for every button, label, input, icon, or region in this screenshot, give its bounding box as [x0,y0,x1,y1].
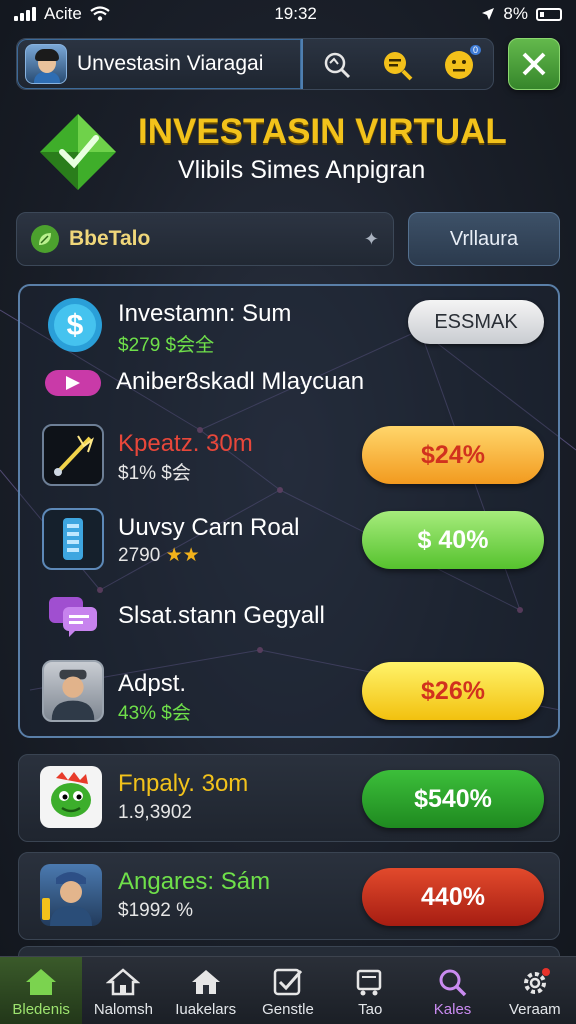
emoji-icon[interactable]: 0 [441,45,481,83]
house-outline-icon [106,968,141,996]
battery-icon [535,7,562,21]
notification-badge: 0 [469,45,481,55]
battery-device-icon [42,508,104,570]
worker-avatar-icon [40,864,102,926]
nav-label: Bledenis [12,1001,70,1018]
return-pill[interactable]: $24% [362,426,544,484]
hero-title: INVESTASIN VIRTUAL [138,112,507,151]
play-tag-icon [44,366,102,400]
return-pill[interactable]: 440% [362,868,544,926]
caret-icon: ✦ [363,229,379,249]
nav-item-tasks[interactable]: Genstle [247,957,329,1024]
bottom-nav: Bledenis Nalomsh Iuakelars Genstle Tao K… [0,956,576,1024]
magnifier-scan-icon[interactable] [319,47,355,83]
nav-item-home[interactable]: Bledenis [0,957,83,1024]
clock: 19:32 [274,4,317,23]
wifi-icon [90,6,110,21]
close-icon [522,52,546,76]
view-button[interactable]: Vrllaura [408,212,560,266]
section-heading: Anibеr8skadl Mlaycuan [116,368,365,395]
user-avatar-icon [42,660,104,722]
nav-label: Genstle [262,1001,314,1018]
signal-icon [14,7,36,21]
card-title: Fnpaly. 3om [118,770,249,797]
nav-label: Kales [433,1001,472,1018]
dollar-badge-icon: $ [44,294,106,356]
nav-item-home-outline[interactable]: Nalomsh [82,957,164,1024]
chat-bubble-icon [46,594,100,638]
diamond-check-logo [40,114,116,190]
gear-icon [523,968,550,994]
summary-title: Investamn: Sum [118,300,292,327]
item-sub: $1% $会 [118,463,191,484]
battery-percent: 8% [503,4,528,23]
avatar[interactable] [25,44,67,84]
return-pill[interactable]: $540% [362,770,544,828]
checkbox-icon [273,968,303,996]
search-list-icon[interactable] [379,47,415,83]
nav-label: Veraam [508,1001,561,1018]
item-title: Kpeatz. 30m [118,430,253,457]
card-title: Angares: Sám [118,868,271,895]
hero-subtitle: Vlibils Simes Anpigran [178,156,426,184]
svg-text:$: $ [67,309,84,342]
header-title: Unvestasin Viaragai [77,52,264,75]
carrier-name: Acite [44,4,82,23]
return-pill[interactable]: $26% [362,662,544,720]
close-button[interactable] [508,38,560,90]
chat-heading: Slsat.stann Gegyall [118,602,325,629]
profile-area[interactable]: Unvestasin Viaragai [17,39,303,89]
app-header: Unvestasin Viaragai 0 [16,38,494,90]
nav-item-search[interactable]: Kales [411,957,493,1024]
dragon-mascot-icon [40,766,102,828]
house-icon [191,970,220,994]
leaf-icon [31,225,59,253]
filter-dropdown[interactable]: BbeTalo ✦ [16,212,394,266]
return-pill[interactable]: $ 40% [362,511,544,569]
cart-icon [357,969,382,996]
star-icon: ★★ [165,545,200,566]
status-bar: Acite 19:32 8% [0,0,576,28]
item-title: Uuvsy Carn Roal [118,514,300,541]
card-sub: 1.9,3902 [118,802,192,823]
home-icon [26,969,57,995]
item-sub: 43% $会 [118,703,191,724]
item-sub: 2790 ★★ [118,545,200,566]
nav-label: Iuakelars [175,1001,237,1018]
lightning-sword-icon [42,424,104,486]
summary-button[interactable]: ESSMAK [408,300,544,344]
summary-value: $279 $会全 [118,335,215,356]
card-sub: $1992 % [118,900,194,921]
item-title: Adpst. [118,670,187,697]
nav-item-market[interactable]: Iuakelars [165,957,247,1024]
nav-label: Tao [358,1001,383,1018]
filter-label: BbeTalo [69,227,151,250]
nav-label: Nalomsh [93,1001,154,1018]
nav-item-cart[interactable]: Tao [329,957,411,1024]
search-icon [439,969,466,997]
location-icon [482,8,495,20]
nav-item-settings[interactable]: Veraam [494,957,576,1024]
